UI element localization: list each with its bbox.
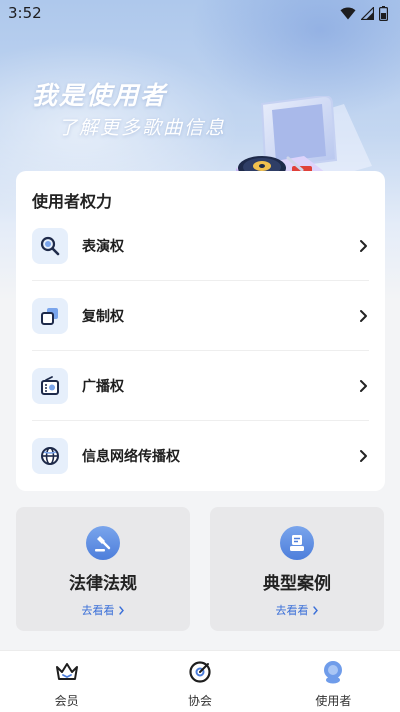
tab-icon-wrap bbox=[187, 659, 213, 685]
info-card-title: 法律法规 bbox=[69, 574, 137, 594]
see-more-label: 去看看 bbox=[81, 604, 115, 617]
battery-icon bbox=[379, 5, 388, 21]
chevron-right-small-icon bbox=[312, 605, 318, 615]
chevron-right-icon bbox=[360, 450, 367, 462]
wifi-icon bbox=[340, 7, 356, 19]
rights-item-reproduction[interactable]: 复制权 bbox=[16, 281, 385, 351]
tab-icon-wrap bbox=[320, 659, 346, 685]
rights-item-network-dissemination[interactable]: 信息网络传播权 bbox=[16, 421, 385, 491]
row-icon-box bbox=[32, 298, 68, 334]
gavel-icon bbox=[95, 536, 111, 552]
row-icon-box bbox=[32, 368, 68, 404]
rights-item-label: 复制权 bbox=[82, 309, 124, 325]
cellular-signal-icon bbox=[361, 6, 374, 20]
status-bar: 3:52 bbox=[0, 0, 400, 26]
see-more-link[interactable]: 去看看 bbox=[82, 602, 125, 618]
chevron-right-icon bbox=[360, 310, 367, 322]
rights-item-label: 信息网络传播权 bbox=[82, 449, 180, 465]
see-more-link[interactable]: 去看看 bbox=[276, 602, 319, 618]
tab-member[interactable]: 会员 bbox=[0, 651, 133, 712]
status-time: 3:52 bbox=[8, 4, 42, 22]
status-icons bbox=[340, 5, 388, 21]
rights-item-broadcast[interactable]: 广播权 bbox=[16, 351, 385, 421]
chevron-right-icon bbox=[360, 380, 367, 392]
tab-label: 会员 bbox=[54, 694, 79, 708]
info-card-icon-circle bbox=[86, 526, 120, 560]
tab-label: 协会 bbox=[187, 694, 212, 708]
bottom-tab-bar: 会员 协会 使用者 bbox=[0, 650, 400, 712]
magnifier-icon bbox=[40, 236, 60, 256]
user-rights-card: 使用者权力 表演权 复制权 广播权 信息网络传播权 bbox=[16, 171, 385, 491]
document-stack-icon bbox=[290, 535, 304, 551]
row-icon-box bbox=[32, 438, 68, 474]
info-card-title: 典型案例 bbox=[263, 574, 331, 594]
user-avatar-icon bbox=[324, 661, 343, 684]
globe-icon bbox=[41, 447, 59, 465]
see-more-label: 去看看 bbox=[275, 604, 309, 617]
target-icon bbox=[189, 661, 211, 683]
row-icon-box bbox=[32, 228, 68, 264]
tab-label: 使用者 bbox=[315, 694, 352, 708]
rights-item-label: 表演权 bbox=[82, 239, 124, 255]
laws-regulations-card[interactable]: 法律法规 去看看 bbox=[16, 507, 190, 631]
tab-user[interactable]: 使用者 bbox=[267, 651, 400, 712]
rights-item-label: 广播权 bbox=[82, 379, 124, 395]
typical-cases-card[interactable]: 典型案例 去看看 bbox=[210, 507, 384, 631]
rights-card-title: 使用者权力 bbox=[32, 192, 113, 211]
tab-association[interactable]: 协会 bbox=[133, 651, 266, 712]
copy-squares-icon bbox=[41, 308, 58, 325]
radio-icon bbox=[41, 376, 59, 395]
info-card-icon-circle bbox=[280, 526, 314, 560]
chevron-right-small-icon bbox=[118, 605, 124, 615]
crown-icon bbox=[55, 663, 78, 680]
tab-icon-wrap bbox=[54, 659, 80, 685]
rights-item-performance[interactable]: 表演权 bbox=[16, 211, 385, 281]
chevron-right-icon bbox=[360, 240, 367, 252]
hero-title: 我是使用者 bbox=[32, 81, 168, 110]
hero-subtitle: 了解更多歌曲信息 bbox=[58, 117, 227, 139]
